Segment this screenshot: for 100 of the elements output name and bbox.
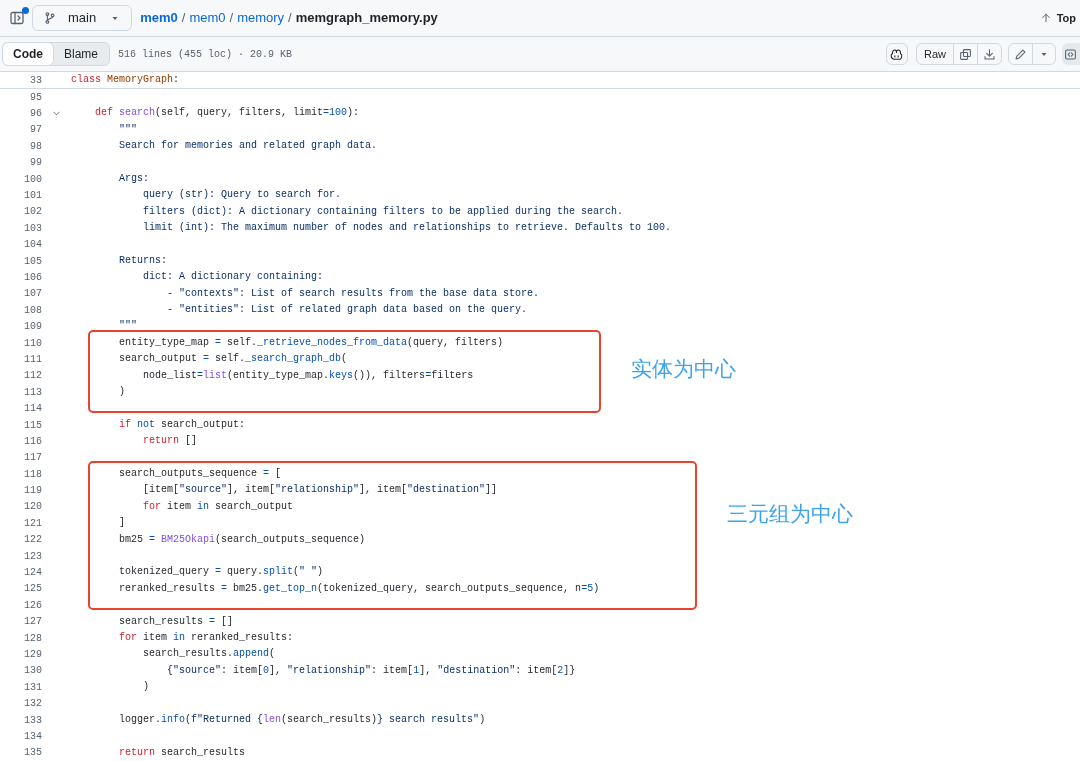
robot-face-icon (890, 47, 904, 61)
code-line: bm25 = BM25Okapi(search_outputs_sequence) (118, 532, 366, 547)
line-number: 100 (23, 172, 42, 187)
line-number: 124 (23, 566, 42, 580)
code-line: dict: A dictionary containing: (142, 270, 324, 285)
line-number: 115 (23, 418, 42, 433)
symbols-panel-button[interactable] (1062, 43, 1080, 65)
code-line: search_results = [] (118, 614, 234, 629)
annotation-label: 实体为中心 (631, 355, 737, 382)
code-line: ) (142, 680, 149, 695)
download-icon (983, 47, 996, 61)
copilot-button[interactable] (886, 43, 908, 65)
annotation-label: 三元组为中心 (727, 501, 854, 528)
view-tab[interactable]: Blame (53, 43, 109, 65)
path-separator: / (181, 9, 186, 28)
code-line: Args: (118, 171, 149, 186)
repo-link[interactable]: mem0 (140, 8, 178, 28)
line-number: 114 (23, 402, 42, 417)
file-info: 516 lines (455 loc) · 20.9 KB (118, 47, 293, 62)
line-number: 95 (29, 90, 42, 105)
code-line: search_output = self._search_graph_db( (118, 352, 348, 367)
line-number: 132 (23, 697, 42, 712)
code-line: if not search_output: (118, 417, 246, 432)
line-number: 121 (23, 516, 42, 531)
code-line: filters (dict): A dictionary containing filters to be applied during the search. (142, 204, 624, 219)
code-line: """ (118, 319, 137, 334)
line-number: 98 (29, 139, 42, 154)
line-number: 125 (23, 582, 42, 597)
line-number: 119 (23, 484, 42, 499)
line-number: 118 (23, 467, 42, 482)
file-name: memgraph_memory.py (295, 9, 438, 28)
code-line: - "contexts": List of search results from the base data store. (166, 286, 540, 301)
code-line: search_outputs_sequence = [ (118, 467, 282, 481)
top-link[interactable]: Top (1039, 9, 1076, 27)
code-line: search_results.append( (142, 647, 276, 662)
line-number: 104 (23, 238, 42, 253)
line-number: 112 (23, 369, 42, 384)
line-number: 109 (23, 320, 42, 335)
line-number: 117 (23, 451, 42, 466)
branch-icon (43, 11, 57, 25)
path-separator: / (288, 9, 292, 28)
code-line: {"source": item[0], "relationship": item[1], "destination": item[2]} (166, 663, 576, 678)
line-number: 135 (23, 746, 42, 761)
line-number: 111 (23, 352, 42, 367)
code-line: limit (int): The maximum number of nodes and relationships to retrieve. Defaults to 100. (142, 221, 672, 236)
folder-link[interactable]: mem0 (189, 8, 226, 28)
branch-name: main (68, 9, 97, 28)
line-number: 101 (23, 189, 42, 204)
code-line: for item in reranked_results: (118, 630, 294, 645)
line-number: 96 (29, 107, 42, 122)
line-number: 131 (23, 680, 42, 695)
up-arrow-icon (1039, 12, 1052, 24)
path-separator: / (229, 9, 234, 28)
line-number: 33 (29, 73, 42, 88)
line-number: 106 (23, 271, 42, 285)
line-number: 116 (23, 434, 42, 449)
code-line: return search_results (118, 745, 246, 760)
folder-link[interactable]: memory (237, 8, 285, 28)
line-number: 102 (23, 205, 42, 220)
line-number: 113 (23, 385, 42, 400)
line-number: 133 (23, 713, 42, 728)
code-line: for item in search_output (142, 499, 294, 514)
code-line: reranked_results = bm25.get_top_n(tokenized_query, search_outputs_sequence, n=5) (118, 581, 600, 596)
line-number: 120 (23, 500, 42, 515)
code-line: tokenized_query = query.split(" ") (118, 565, 324, 580)
line-number: 128 (23, 631, 42, 646)
line-number: 130 (23, 664, 42, 679)
copy-icon (959, 47, 972, 61)
code-line: query (str): Query to search for. (142, 188, 342, 203)
line-number: 107 (23, 287, 42, 302)
code-line: node_list=list(entity_type_map.keys()), filters=filters (142, 368, 474, 383)
line-number: 103 (23, 221, 42, 236)
line-number: 122 (23, 533, 42, 548)
code-line: ) (118, 385, 125, 400)
code-line: ] (118, 516, 125, 531)
sidebar-toggle-button[interactable] (8, 9, 26, 27)
line-number: 108 (23, 303, 42, 318)
line-number: 134 (23, 729, 42, 744)
line-number: 127 (23, 615, 42, 630)
line-number: 110 (23, 336, 42, 351)
code-line: logger.info(f"Returned {len(search_results)} search results") (118, 712, 486, 727)
code-line: class MemoryGraph: (71, 72, 180, 87)
line-number: 123 (23, 549, 42, 564)
line-number: 129 (23, 647, 42, 662)
line-number: 105 (23, 254, 42, 269)
code-line: def search(self, query, filters, limit=100): (94, 106, 360, 121)
line-number: 99 (29, 156, 42, 171)
line-number: 126 (23, 598, 42, 613)
code-line: [item["source"], item["relationship"], item["destination"]] (142, 483, 498, 498)
code-line: Returns: (118, 253, 167, 268)
code-panel-icon (1064, 47, 1077, 61)
code-line: """ (118, 122, 137, 137)
pencil-icon (1014, 47, 1027, 61)
code-line: - "entities": List of related graph data based on the query. (166, 303, 528, 318)
code-line: entity_type_map = self._retrieve_nodes_from_data(query, filters) (118, 335, 504, 350)
branch-button[interactable]: main (32, 5, 133, 31)
code-line: return [] (142, 434, 198, 449)
line-number: 97 (29, 123, 42, 138)
sidebar-panel-icon (9, 10, 25, 26)
view-tab[interactable]: Code (2, 42, 54, 66)
